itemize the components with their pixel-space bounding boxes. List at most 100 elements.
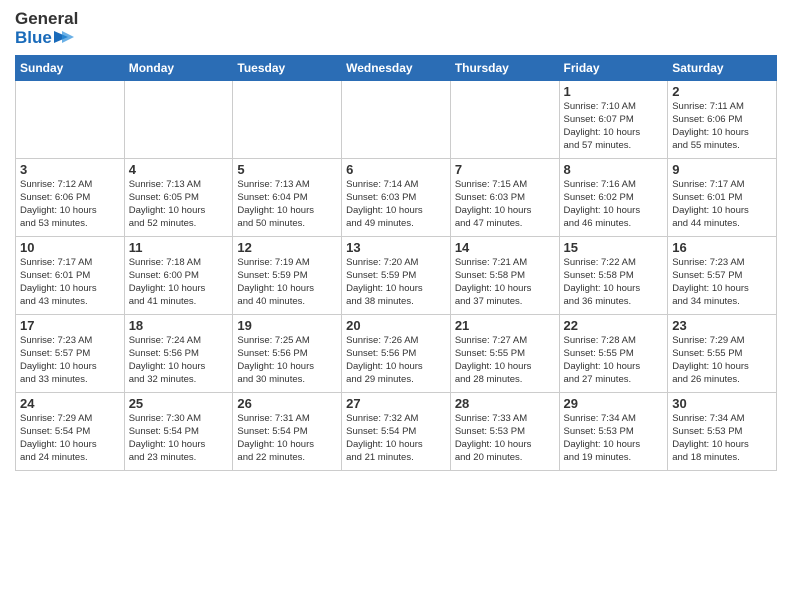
day-number: 18 (129, 318, 229, 333)
week-row-2: 3 Sunrise: 7:12 AM Sunset: 6:06 PM Daylig… (16, 159, 777, 237)
calendar-cell: 26 Sunrise: 7:31 AM Sunset: 5:54 PM Dayli… (233, 393, 342, 471)
day-number: 15 (564, 240, 664, 255)
day-number: 14 (455, 240, 555, 255)
day-number: 27 (346, 396, 446, 411)
weekday-header-monday: Monday (124, 56, 233, 81)
weekday-header-sunday: Sunday (16, 56, 125, 81)
day-info: Sunrise: 7:28 AM Sunset: 5:55 PM Dayligh… (564, 335, 664, 386)
calendar-cell: 2Sunrise: 7:11 AM Sunset: 6:06 PM Daylig… (668, 81, 777, 159)
day-number: 6 (346, 162, 446, 177)
day-info: Sunrise: 7:18 AM Sunset: 6:00 PM Dayligh… (129, 257, 229, 308)
day-number: 1 (564, 84, 664, 99)
weekday-header-friday: Friday (559, 56, 668, 81)
logo: General Blue (15, 10, 78, 47)
day-info: Sunrise: 7:13 AM Sunset: 6:05 PM Dayligh… (129, 179, 229, 230)
weekday-header-tuesday: Tuesday (233, 56, 342, 81)
weekday-header-wednesday: Wednesday (342, 56, 451, 81)
calendar-cell: 15 Sunrise: 7:22 AM Sunset: 5:58 PM Dayli… (559, 237, 668, 315)
day-number: 10 (20, 240, 120, 255)
day-info: Sunrise: 7:24 AM Sunset: 5:56 PM Dayligh… (129, 335, 229, 386)
day-info: Sunrise: 7:17 AM Sunset: 6:01 PM Dayligh… (20, 257, 120, 308)
day-info: Sunrise: 7:10 AM Sunset: 6:07 PM Dayligh… (564, 101, 664, 152)
day-info: Sunrise: 7:34 AM Sunset: 5:53 PM Dayligh… (564, 413, 664, 464)
calendar-cell: 25 Sunrise: 7:30 AM Sunset: 5:54 PM Dayli… (124, 393, 233, 471)
page-header: General Blue (15, 10, 777, 47)
day-info: Sunrise: 7:21 AM Sunset: 5:58 PM Dayligh… (455, 257, 555, 308)
calendar-cell: 22Sunrise: 7:28 AM Sunset: 5:55 PM Dayli… (559, 315, 668, 393)
calendar-cell: 27 Sunrise: 7:32 AM Sunset: 5:54 PM Dayli… (342, 393, 451, 471)
day-info: Sunrise: 7:23 AM Sunset: 5:57 PM Dayligh… (672, 257, 772, 308)
calendar-cell: 17 Sunrise: 7:23 AM Sunset: 5:57 PM Dayli… (16, 315, 125, 393)
calendar-cell (450, 81, 559, 159)
weekday-header-thursday: Thursday (450, 56, 559, 81)
day-info: Sunrise: 7:31 AM Sunset: 5:54 PM Dayligh… (237, 413, 337, 464)
calendar-cell: 11 Sunrise: 7:18 AM Sunset: 6:00 PM Dayli… (124, 237, 233, 315)
day-number: 24 (20, 396, 120, 411)
day-number: 19 (237, 318, 337, 333)
day-info: Sunrise: 7:27 AM Sunset: 5:55 PM Dayligh… (455, 335, 555, 386)
calendar-cell: 5 Sunrise: 7:13 AM Sunset: 6:04 PM Daylig… (233, 159, 342, 237)
day-info: Sunrise: 7:19 AM Sunset: 5:59 PM Dayligh… (237, 257, 337, 308)
day-number: 2 (672, 84, 772, 99)
day-info: Sunrise: 7:20 AM Sunset: 5:59 PM Dayligh… (346, 257, 446, 308)
day-number: 12 (237, 240, 337, 255)
week-row-4: 17 Sunrise: 7:23 AM Sunset: 5:57 PM Dayli… (16, 315, 777, 393)
day-info: Sunrise: 7:17 AM Sunset: 6:01 PM Dayligh… (672, 179, 772, 230)
day-info: Sunrise: 7:15 AM Sunset: 6:03 PM Dayligh… (455, 179, 555, 230)
day-info: Sunrise: 7:16 AM Sunset: 6:02 PM Dayligh… (564, 179, 664, 230)
calendar-cell: 30Sunrise: 7:34 AM Sunset: 5:53 PM Dayli… (668, 393, 777, 471)
day-number: 7 (455, 162, 555, 177)
day-number: 13 (346, 240, 446, 255)
day-number: 20 (346, 318, 446, 333)
day-number: 17 (20, 318, 120, 333)
weekday-header-saturday: Saturday (668, 56, 777, 81)
day-info: Sunrise: 7:13 AM Sunset: 6:04 PM Dayligh… (237, 179, 337, 230)
day-info: Sunrise: 7:30 AM Sunset: 5:54 PM Dayligh… (129, 413, 229, 464)
week-row-5: 24 Sunrise: 7:29 AM Sunset: 5:54 PM Dayli… (16, 393, 777, 471)
day-info: Sunrise: 7:34 AM Sunset: 5:53 PM Dayligh… (672, 413, 772, 464)
calendar-cell: 23 Sunrise: 7:29 AM Sunset: 5:55 PM Dayli… (668, 315, 777, 393)
calendar-cell: 28Sunrise: 7:33 AM Sunset: 5:53 PM Dayli… (450, 393, 559, 471)
day-info: Sunrise: 7:26 AM Sunset: 5:56 PM Dayligh… (346, 335, 446, 386)
calendar-cell: 16 Sunrise: 7:23 AM Sunset: 5:57 PM Dayli… (668, 237, 777, 315)
day-number: 23 (672, 318, 772, 333)
calendar-cell: 14 Sunrise: 7:21 AM Sunset: 5:58 PM Dayli… (450, 237, 559, 315)
day-info: Sunrise: 7:14 AM Sunset: 6:03 PM Dayligh… (346, 179, 446, 230)
day-info: Sunrise: 7:22 AM Sunset: 5:58 PM Dayligh… (564, 257, 664, 308)
day-number: 9 (672, 162, 772, 177)
week-row-1: 1 Sunrise: 7:10 AM Sunset: 6:07 PM Daylig… (16, 81, 777, 159)
calendar-cell: 9 Sunrise: 7:17 AM Sunset: 6:01 PM Daylig… (668, 159, 777, 237)
calendar-cell: 7 Sunrise: 7:15 AM Sunset: 6:03 PM Daylig… (450, 159, 559, 237)
day-info: Sunrise: 7:25 AM Sunset: 5:56 PM Dayligh… (237, 335, 337, 386)
calendar-cell: 3 Sunrise: 7:12 AM Sunset: 6:06 PM Daylig… (16, 159, 125, 237)
calendar-cell: 10 Sunrise: 7:17 AM Sunset: 6:01 PM Dayli… (16, 237, 125, 315)
calendar-cell: 20 Sunrise: 7:26 AM Sunset: 5:56 PM Dayli… (342, 315, 451, 393)
calendar-cell (124, 81, 233, 159)
day-number: 5 (237, 162, 337, 177)
day-number: 21 (455, 318, 555, 333)
day-number: 3 (20, 162, 120, 177)
day-info: Sunrise: 7:29 AM Sunset: 5:55 PM Dayligh… (672, 335, 772, 386)
day-number: 11 (129, 240, 229, 255)
day-info: Sunrise: 7:29 AM Sunset: 5:54 PM Dayligh… (20, 413, 120, 464)
day-number: 29 (564, 396, 664, 411)
calendar-cell (342, 81, 451, 159)
week-row-3: 10 Sunrise: 7:17 AM Sunset: 6:01 PM Dayli… (16, 237, 777, 315)
calendar-cell: 18 Sunrise: 7:24 AM Sunset: 5:56 PM Dayli… (124, 315, 233, 393)
day-number: 16 (672, 240, 772, 255)
calendar-cell: 8 Sunrise: 7:16 AM Sunset: 6:02 PM Daylig… (559, 159, 668, 237)
weekday-header-row: SundayMondayTuesdayWednesdayThursdayFrid… (16, 56, 777, 81)
calendar-cell: 24 Sunrise: 7:29 AM Sunset: 5:54 PM Dayli… (16, 393, 125, 471)
day-number: 26 (237, 396, 337, 411)
calendar-table: SundayMondayTuesdayWednesdayThursdayFrid… (15, 55, 777, 471)
day-info: Sunrise: 7:12 AM Sunset: 6:06 PM Dayligh… (20, 179, 120, 230)
day-info: Sunrise: 7:23 AM Sunset: 5:57 PM Dayligh… (20, 335, 120, 386)
calendar-cell: 4Sunrise: 7:13 AM Sunset: 6:05 PM Daylig… (124, 159, 233, 237)
calendar-cell (16, 81, 125, 159)
day-number: 25 (129, 396, 229, 411)
day-info: Sunrise: 7:32 AM Sunset: 5:54 PM Dayligh… (346, 413, 446, 464)
calendar-cell: 13 Sunrise: 7:20 AM Sunset: 5:59 PM Dayli… (342, 237, 451, 315)
day-number: 8 (564, 162, 664, 177)
day-number: 28 (455, 396, 555, 411)
calendar-cell (233, 81, 342, 159)
